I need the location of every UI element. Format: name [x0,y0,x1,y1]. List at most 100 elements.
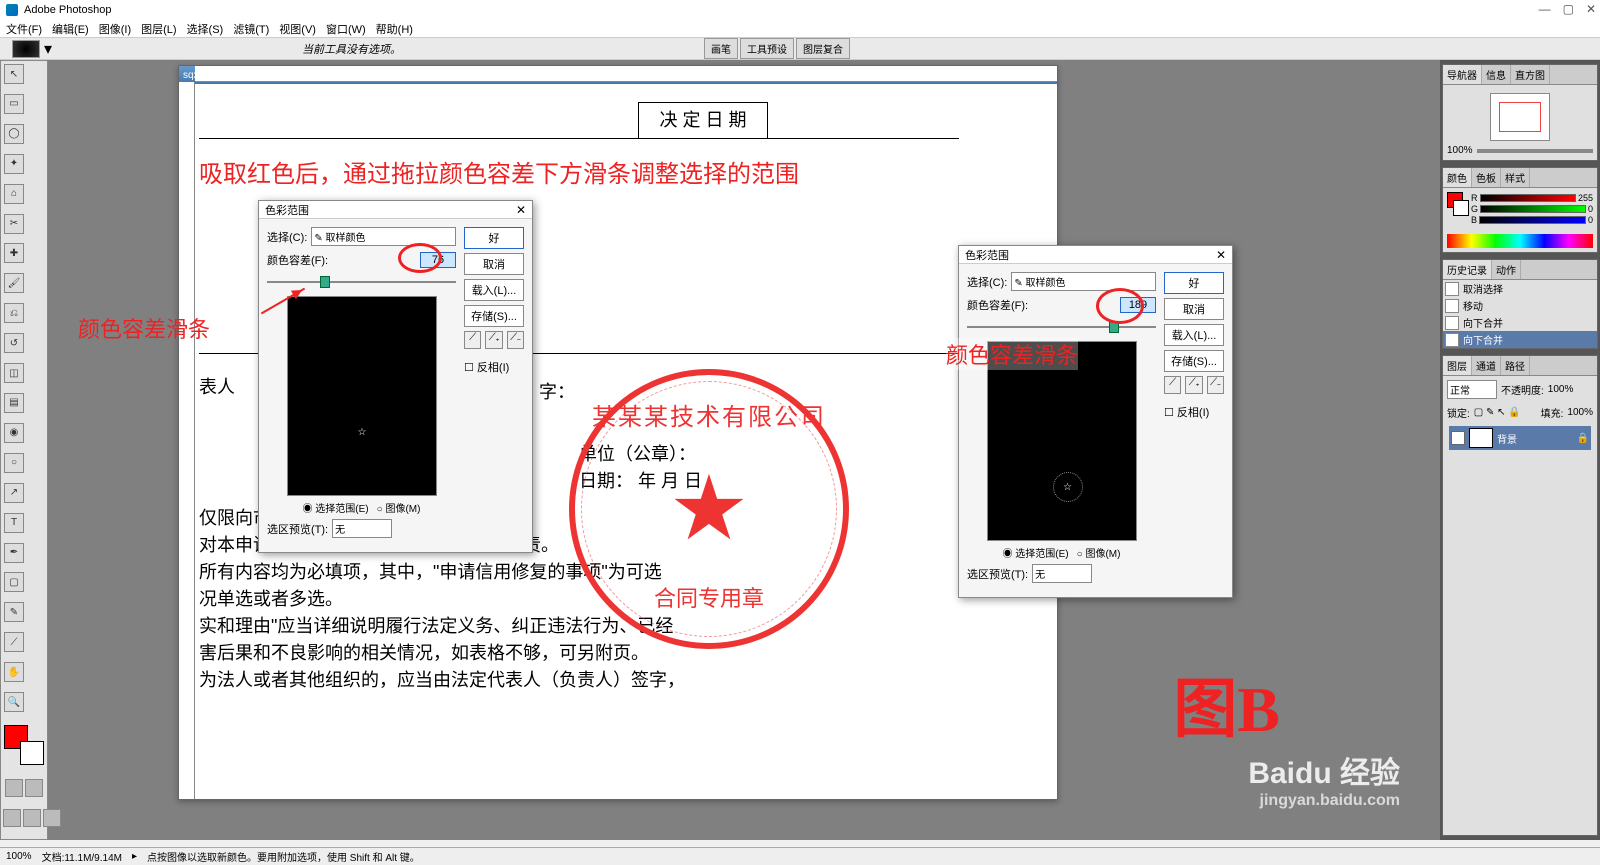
layer-thumbnail[interactable] [1469,428,1493,448]
screen-mode-1[interactable] [3,809,21,827]
load-button[interactable]: 载入(L)... [1164,324,1224,346]
spectrum-bar[interactable] [1447,234,1593,248]
history-item[interactable]: 取消选择 [1443,280,1597,297]
wand-tool[interactable]: ✦ [4,154,24,174]
fill-value[interactable]: 100% [1567,407,1593,418]
tab-layer-comps[interactable]: 图层复合 [796,38,850,59]
eraser-tool[interactable]: ◫ [4,363,24,383]
eyedropper-tool[interactable]: ⟋ [4,632,24,652]
pen-tool[interactable]: ✒ [4,543,24,563]
blur-tool[interactable]: ◉ [4,423,24,443]
cancel-button[interactable]: 取消 [464,253,524,275]
eyedropper-icon[interactable]: ⟋ [1164,376,1181,394]
window-max-button[interactable]: ▢ [1563,2,1574,16]
fuzziness-slider[interactable] [967,319,1156,337]
save-button[interactable]: 存储(S)... [464,305,524,327]
menu-select[interactable]: 选择(S) [187,21,224,37]
preview-dropdown[interactable]: 无 [332,519,392,538]
opacity-value[interactable]: 100% [1548,384,1574,395]
tab-styles[interactable]: 样式 [1501,168,1530,187]
preview-dropdown[interactable]: 无 [1032,564,1092,583]
tab-channels[interactable]: 通道 [1472,356,1501,375]
dialog-titlebar[interactable]: 色彩范围 ✕ [259,201,532,219]
marquee-tool[interactable]: ▭ [4,94,24,114]
select-dropdown[interactable]: ✎ 取样颜色 [1011,272,1156,291]
fuzziness-input[interactable] [1120,297,1156,313]
tab-history[interactable]: 历史记录 [1443,260,1492,279]
window-close-button[interactable]: ✕ [1586,2,1596,16]
standard-mode[interactable] [5,779,23,797]
cancel-button[interactable]: 取消 [1164,298,1224,320]
load-button[interactable]: 载入(L)... [464,279,524,301]
navigator-thumbnail[interactable] [1490,93,1550,141]
menu-edit[interactable]: 编辑(E) [52,21,89,37]
tab-brushes[interactable]: 画笔 [704,38,738,59]
radio-image[interactable]: ○ 图像(M) [377,500,421,515]
r-value[interactable]: 255 [1578,193,1593,203]
menu-help[interactable]: 帮助(H) [376,21,413,37]
menu-filter[interactable]: 滤镜(T) [233,21,269,37]
radio-image[interactable]: ○ 图像(M) [1077,545,1121,560]
save-button[interactable]: 存储(S)... [1164,350,1224,372]
color-swatches[interactable] [4,725,44,765]
brush-preset-picker[interactable] [12,40,40,58]
select-dropdown[interactable]: ✎ 取样颜色 [311,227,456,246]
fuzziness-input[interactable] [420,252,456,268]
b-value[interactable]: 0 [1588,215,1593,225]
history-item-active[interactable]: 向下合并 [1443,331,1597,348]
dialog-titlebar[interactable]: 色彩范围 ✕ [959,246,1232,264]
notes-tool[interactable]: ✎ [4,602,24,622]
slice-tool[interactable]: ✂ [4,214,24,234]
quickmask-mode[interactable] [25,779,43,797]
tab-layers[interactable]: 图层 [1443,356,1472,375]
tab-info[interactable]: 信息 [1482,65,1511,84]
crop-tool[interactable]: ⌂ [4,184,24,204]
menu-view[interactable]: 视图(V) [279,21,316,37]
type-tool[interactable]: T [4,513,24,533]
layer-row[interactable]: 👁 背景 🔒 [1449,426,1591,450]
healing-tool[interactable]: ✚ [4,243,24,263]
menu-image[interactable]: 图像(I) [99,21,131,37]
eyedropper-sub-icon[interactable]: ⟋₋ [507,331,524,349]
tab-paths[interactable]: 路径 [1501,356,1530,375]
dodge-tool[interactable]: ○ [4,453,24,473]
blend-mode-select[interactable]: 正常 [1447,380,1497,399]
history-item[interactable]: 向下合并 [1443,314,1597,331]
lasso-tool[interactable]: ◯ [4,124,24,144]
status-zoom[interactable]: 100% [6,851,32,862]
tab-histogram[interactable]: 直方图 [1511,65,1550,84]
tab-actions[interactable]: 动作 [1492,260,1521,279]
dialog-close-button[interactable]: ✕ [516,203,526,217]
radio-selection[interactable]: ◉ 选择范围(E) [303,500,369,515]
path-tool[interactable]: ↗ [4,483,24,503]
invert-checkbox[interactable]: ☐ 反相(I) [1164,404,1224,420]
menu-file[interactable]: 文件(F) [6,21,42,37]
tab-swatches[interactable]: 色板 [1472,168,1501,187]
eyedropper-add-icon[interactable]: ⟋₊ [485,331,502,349]
history-brush-tool[interactable]: ↺ [4,333,24,353]
radio-selection[interactable]: ◉ 选择范围(E) [1003,545,1069,560]
visibility-icon[interactable]: 👁 [1451,431,1465,445]
tab-color[interactable]: 颜色 [1443,168,1472,187]
move-tool[interactable]: ↖ [4,64,24,84]
stamp-tool[interactable]: ⎌ [4,303,24,323]
brush-tool[interactable]: 🖌 [4,273,24,293]
screen-mode-2[interactable] [23,809,41,827]
window-min-button[interactable]: — [1539,2,1551,16]
gradient-tool[interactable]: ▤ [4,393,24,413]
eyedropper-sub-icon[interactable]: ⟋₋ [1207,376,1224,394]
g-value[interactable]: 0 [1588,204,1593,214]
eyedropper-icon[interactable]: ⟋ [464,331,481,349]
eyedropper-add-icon[interactable]: ⟋₊ [1185,376,1202,394]
hand-tool[interactable]: ✋ [4,662,24,682]
invert-checkbox[interactable]: ☐ 反相(I) [464,359,524,375]
zoom-tool[interactable]: 🔍 [4,692,24,712]
ok-button[interactable]: 好 [464,227,524,249]
tab-tool-presets[interactable]: 工具预设 [740,38,794,59]
history-item[interactable]: 移动 [1443,297,1597,314]
background-color[interactable] [20,741,44,765]
tab-navigator[interactable]: 导航器 [1443,65,1482,84]
shape-tool[interactable]: ▢ [4,572,24,592]
menu-window[interactable]: 窗口(W) [326,21,366,37]
dialog-close-button[interactable]: ✕ [1216,248,1226,262]
